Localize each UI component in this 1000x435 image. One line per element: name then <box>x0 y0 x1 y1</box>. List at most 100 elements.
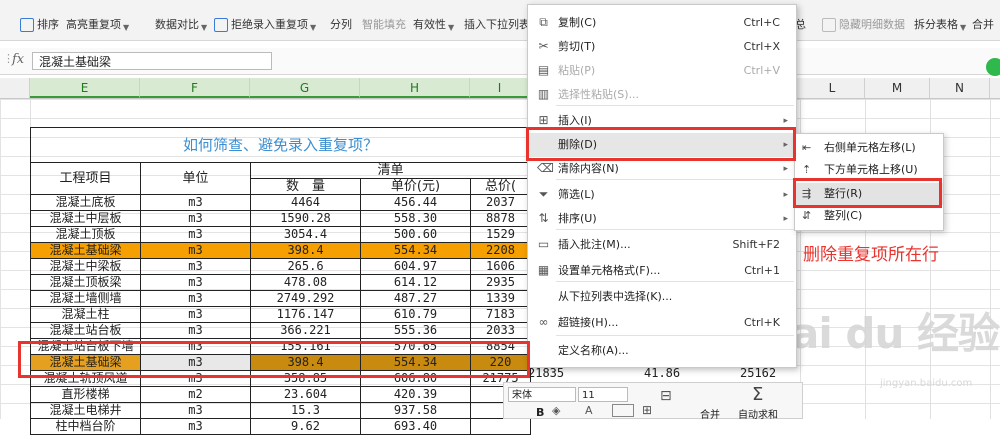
cell-project[interactable]: 混凝土中层板 <box>30 210 141 227</box>
cell-total[interactable]: 1606 <box>470 258 531 275</box>
cell-project[interactable]: 混凝土顶板 <box>30 226 141 243</box>
column-header-n[interactable]: N <box>930 78 990 98</box>
cell-qty[interactable]: 2749.292 <box>250 290 361 307</box>
split-column-button[interactable]: 分列 <box>330 4 352 36</box>
table-row[interactable]: 混凝土基础梁 m3 398.4 554.34 2208 <box>30 242 531 259</box>
submenu-item[interactable]: ⇤ 右侧单元格左移(L) <box>795 137 943 159</box>
table-row[interactable]: 混凝土电梯井 m3 15.3 937.58 <box>30 402 531 419</box>
menu-item[interactable]: ⏷ 筛选(L) ▸ <box>528 183 796 207</box>
cell-project[interactable]: 混凝土中梁板 <box>30 258 141 275</box>
cell-total[interactable]: 7183 <box>470 306 531 323</box>
cell-project[interactable]: 混凝土顶板梁 <box>30 274 141 291</box>
cell-unit[interactable]: m3 <box>140 226 251 243</box>
column-header-e[interactable]: E <box>30 78 140 98</box>
cell-total[interactable]: 2037 <box>470 194 531 211</box>
formula-input[interactable]: 混凝土基础梁 <box>32 52 272 70</box>
menu-item[interactable]: ▤ 粘贴(P) Ctrl+V <box>528 59 796 83</box>
cell-total[interactable] <box>470 418 531 435</box>
cell-project[interactable]: 混凝土底板 <box>30 194 141 211</box>
cell-total[interactable]: 2033 <box>470 322 531 339</box>
cell-qty[interactable]: 1590.28 <box>250 210 361 227</box>
split-table-button[interactable]: 拆分表格 ▼ <box>914 4 966 36</box>
cell-price[interactable]: 937.58 <box>360 402 471 419</box>
cell-total[interactable]: 2208 <box>470 242 531 259</box>
table-row[interactable]: 混凝土底板 m3 4464 456.44 2037 <box>30 194 531 211</box>
cell-qty[interactable]: 366.221 <box>250 322 361 339</box>
cell-unit[interactable]: m3 <box>140 242 251 259</box>
hide-detail-button[interactable]: 隐藏明细数据 <box>822 4 905 36</box>
table-row[interactable]: 混凝土柱 m3 1176.147 610.79 7183 <box>30 306 531 323</box>
cell-unit[interactable]: m3 <box>140 290 251 307</box>
column-header-l[interactable]: L <box>800 78 865 98</box>
cell-price[interactable]: 500.60 <box>360 226 471 243</box>
cell-price[interactable]: 420.39 <box>360 386 471 403</box>
autosum-icon[interactable]: Σ <box>752 384 763 405</box>
table-row[interactable]: 混凝土中层板 m3 1590.28 558.30 8878 <box>30 210 531 227</box>
bold-button[interactable]: B <box>536 406 544 419</box>
cell-price[interactable]: 610.79 <box>360 306 471 323</box>
cell-price[interactable]: 604.97 <box>360 258 471 275</box>
validity-button[interactable]: 有效性 ▼ <box>413 4 454 36</box>
assistant-icon[interactable] <box>986 58 1000 76</box>
cell-unit[interactable]: m3 <box>140 322 251 339</box>
data-compare-button[interactable]: 数据对比 ▼ <box>155 4 207 36</box>
table-row[interactable]: 混凝土中梁板 m3 265.6 604.97 1606 <box>30 258 531 275</box>
cell-unit[interactable]: m3 <box>140 210 251 227</box>
cell-total[interactable]: 2935 <box>470 274 531 291</box>
cell-project[interactable]: 直形楼梯 <box>30 386 141 403</box>
cell-unit[interactable]: m2 <box>140 386 251 403</box>
cell-price[interactable]: 558.30 <box>360 210 471 227</box>
cell-project[interactable]: 混凝土站台板 <box>30 322 141 339</box>
cell-unit[interactable]: m3 <box>140 274 251 291</box>
insert-dropdown-button[interactable]: 插入下拉列表 <box>464 4 530 36</box>
menu-item[interactable]: 从下拉列表中选择(K)... <box>528 285 796 309</box>
table-row[interactable]: 直形楼梯 m2 23.604 420.39 <box>30 386 531 403</box>
cell-price[interactable]: 614.12 <box>360 274 471 291</box>
menu-item[interactable]: ✂ 剪切(T) Ctrl+X <box>528 35 796 59</box>
column-header-i[interactable]: I <box>470 78 530 98</box>
merge-button[interactable]: 合并 <box>972 4 994 36</box>
cell-unit[interactable]: m3 <box>140 258 251 275</box>
cell-total[interactable]: 8878 <box>470 210 531 227</box>
cell-project[interactable]: 混凝土墙侧墙 <box>30 290 141 307</box>
reject-duplicates-button[interactable]: 拒绝录入重复项 ▼ <box>214 4 316 36</box>
menu-item[interactable]: ⇅ 排序(U) ▸ <box>528 207 796 231</box>
sort-button[interactable]: 排序 <box>20 4 59 36</box>
cell-qty[interactable]: 23.604 <box>250 386 361 403</box>
column-header-g[interactable]: G <box>250 78 360 98</box>
cell-qty[interactable]: 4464 <box>250 194 361 211</box>
cell-price[interactable]: 554.34 <box>360 242 471 259</box>
cell-project[interactable]: 柱中档台阶 <box>30 418 141 435</box>
menu-item[interactable]: ▦ 设置单元格格式(F)... Ctrl+1 <box>528 259 796 283</box>
cell-total[interactable]: 1339 <box>470 290 531 307</box>
font-select[interactable]: 宋体 <box>508 387 576 402</box>
cell-price[interactable]: 693.40 <box>360 418 471 435</box>
border-icon[interactable]: ⊞ <box>642 403 652 417</box>
fill-color-icon[interactable]: ◈ <box>552 404 560 417</box>
menu-item[interactable]: 定义名称(A)... <box>528 339 796 363</box>
cell-unit[interactable]: m3 <box>140 194 251 211</box>
table-row[interactable]: 混凝土墙侧墙 m3 2749.292 487.27 1339 <box>30 290 531 307</box>
partial-cell[interactable]: 25162 <box>740 366 776 380</box>
menu-item[interactable]: ⧉ 复制(C) Ctrl+C <box>528 11 796 35</box>
highlight-duplicates-button[interactable]: 高亮重复项 ▼ <box>66 4 129 36</box>
column-header-m[interactable]: M <box>865 78 930 98</box>
table-row[interactable]: 混凝土顶板 m3 3054.4 500.60 1529 <box>30 226 531 243</box>
cell-unit[interactable]: m3 <box>140 306 251 323</box>
font-size-select[interactable]: 11 <box>578 387 628 402</box>
cell-unit[interactable]: m3 <box>140 418 251 435</box>
cell-qty[interactable]: 398.4 <box>250 242 361 259</box>
menu-item[interactable]: ∞ 超链接(H)... Ctrl+K <box>528 311 796 335</box>
cell-qty[interactable]: 3054.4 <box>250 226 361 243</box>
cell-project[interactable]: 混凝土基础梁 <box>30 242 141 259</box>
cell-price[interactable]: 456.44 <box>360 194 471 211</box>
font-color-icon[interactable]: A <box>585 404 593 417</box>
corner-cell[interactable] <box>0 78 30 98</box>
cell-price[interactable]: 487.27 <box>360 290 471 307</box>
merge-cells-icon[interactable]: ⊟ <box>660 388 672 404</box>
partial-cell[interactable]: 21835 <box>528 366 564 380</box>
cell-qty[interactable]: 1176.147 <box>250 306 361 323</box>
table-row[interactable]: 混凝土顶板梁 m3 478.08 614.12 2935 <box>30 274 531 291</box>
partial-cell[interactable]: 41.86 <box>644 366 680 380</box>
cell-qty[interactable]: 478.08 <box>250 274 361 291</box>
